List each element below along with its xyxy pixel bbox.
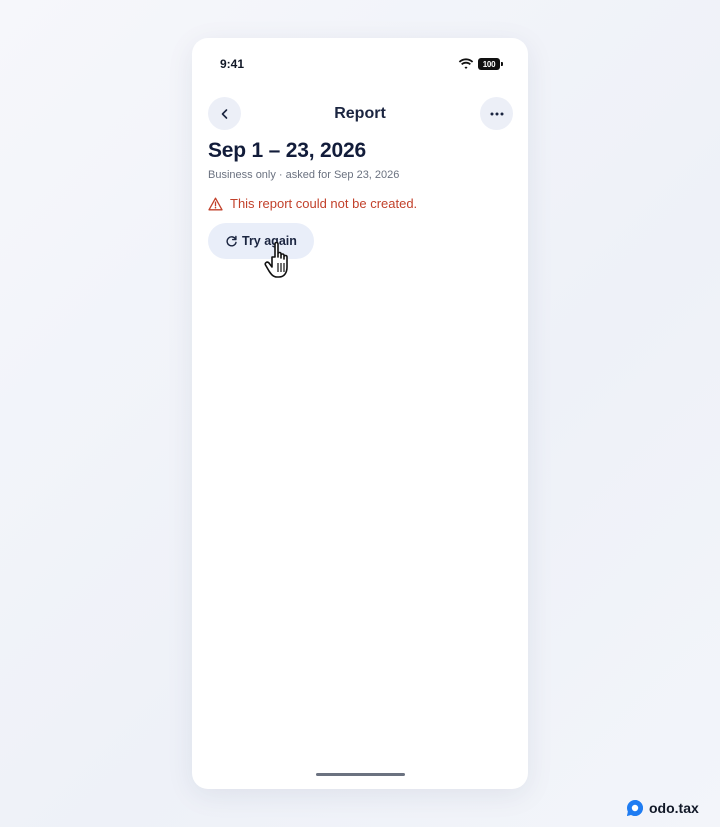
warning-icon	[208, 197, 223, 210]
home-indicator	[316, 773, 405, 776]
refresh-icon	[226, 235, 237, 246]
ellipsis-icon	[490, 112, 503, 115]
more-button[interactable]	[480, 97, 513, 130]
odo-logo-icon	[627, 800, 643, 816]
report-subtitle: Business only · asked for Sep 23, 2026	[208, 169, 400, 181]
error-text: This report could not be created.	[230, 196, 418, 211]
hand-pointer-cursor-icon	[264, 241, 288, 278]
report-title: Sep 1 – 23, 2026	[208, 139, 366, 162]
error-message: This report could not be created.	[208, 196, 417, 211]
phone-screen: 9:41 100 Report Sep 1 – 23, 2026 Busines…	[192, 38, 528, 789]
status-time: 9:41	[220, 57, 245, 71]
nav-bar: Report	[192, 97, 528, 131]
wifi-icon	[458, 58, 474, 69]
brand-watermark: odo.tax	[626, 799, 699, 817]
battery-icon: 100	[478, 58, 503, 70]
battery-level: 100	[482, 59, 496, 69]
brand-name: odo.tax	[649, 800, 699, 816]
status-bar: 9:41 100	[192, 38, 528, 90]
page-title: Report	[334, 105, 386, 122]
